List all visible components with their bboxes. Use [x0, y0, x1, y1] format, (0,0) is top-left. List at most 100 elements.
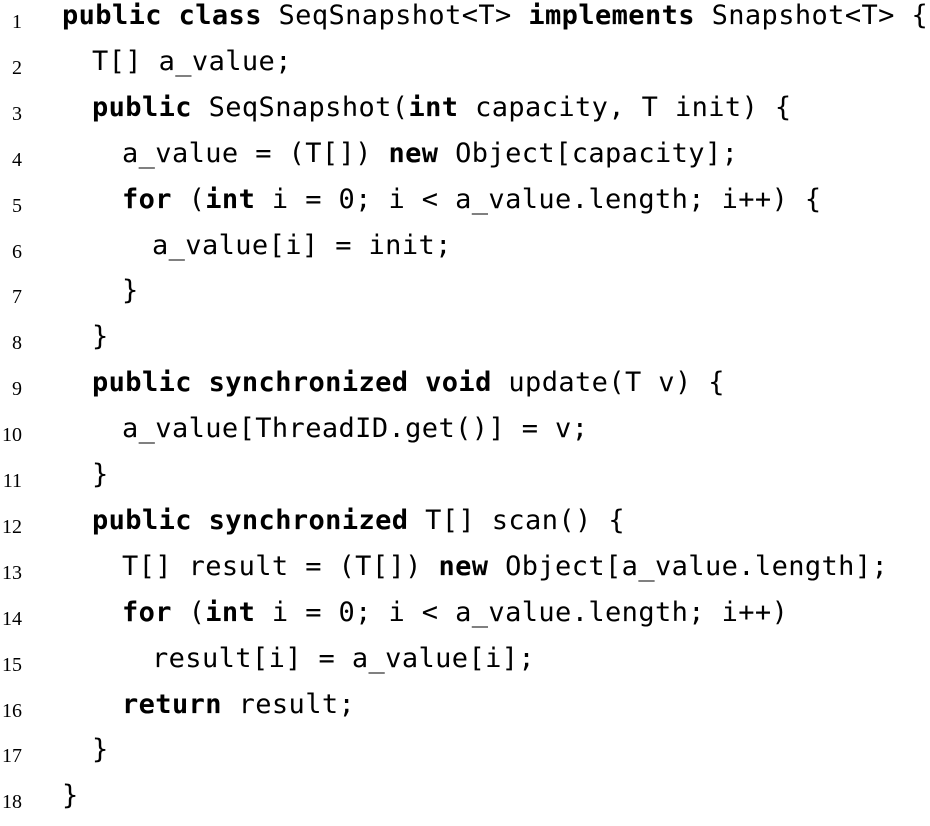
line-number: 6	[12, 240, 22, 263]
code-text: T[] result = (T[]) new Object[a_value.le…	[122, 551, 888, 583]
keyword: for	[122, 596, 172, 628]
code-listing: 1 public class SeqSnapshot<T> implements …	[0, 0, 930, 813]
code-text: public synchronized void update(T v) {	[92, 367, 725, 399]
code-line: 17}	[0, 734, 930, 780]
code-line: 9 public synchronized void update(T v) {	[0, 367, 930, 413]
keyword: public	[92, 367, 192, 399]
code-text: }	[122, 275, 139, 307]
keyword: class	[178, 0, 262, 31]
code-text: public synchronized T[] scan() {	[92, 505, 625, 537]
line-number: 4	[12, 148, 22, 171]
code-token: a_value[ThreadID.get()] = v;	[122, 413, 589, 445]
line-number: 18	[2, 791, 22, 814]
keyword: synchronized	[208, 504, 409, 536]
code-line: 16 return result;	[0, 689, 930, 735]
keyword: public	[92, 504, 192, 536]
code-text: T[] a_value;	[92, 46, 292, 78]
code-token: a_value[i] = init;	[152, 229, 452, 261]
keyword: public	[92, 91, 192, 123]
keyword: new	[388, 137, 439, 169]
line-number: 13	[2, 561, 22, 584]
line-number: 10	[2, 424, 22, 447]
code-line: 2 T[] a_value;	[0, 46, 930, 92]
code-token: a_value = (T[])	[122, 137, 389, 169]
code-line: 1 public class SeqSnapshot<T> implements …	[0, 0, 930, 46]
code-text: }	[62, 780, 79, 812]
code-token: }	[92, 734, 109, 766]
line-number: 11	[2, 470, 22, 492]
code-token: }	[92, 459, 109, 490]
code-line: 10 a_value[ThreadID.get()] = v;	[0, 413, 930, 459]
code-token: Snapshot<T> {	[694, 0, 929, 31]
code-line: 3 public SeqSnapshot(int capacity, T init…	[0, 92, 930, 138]
code-token: result;	[221, 688, 356, 720]
code-token: T[] a_value;	[92, 45, 292, 77]
code-text: for (int i = 0; i < a_value.length; i++)…	[122, 184, 822, 216]
code-line: 6 a_value[i] = init;	[0, 230, 930, 276]
line-number: 15	[2, 653, 22, 676]
keyword: implements	[528, 0, 695, 31]
code-token: (	[171, 183, 206, 215]
line-number: 5	[12, 194, 22, 217]
code-token: i = 0; i < a_value.length; i++)	[255, 596, 789, 628]
code-text: for (int i = 0; i < a_value.length; i++)	[122, 597, 788, 629]
keyword: new	[438, 550, 489, 582]
line-number: 8	[12, 332, 22, 355]
code-line: 8}	[0, 321, 930, 367]
code-token: result[i] = a_value[i];	[152, 642, 536, 674]
line-number: 7	[12, 286, 22, 309]
code-text: }	[92, 321, 109, 353]
code-token: SeqSnapshot(	[191, 91, 409, 123]
line-number: 12	[2, 515, 22, 538]
code-line: 12 public synchronized T[] scan() {	[0, 505, 930, 551]
code-line: 18}	[0, 780, 930, 826]
code-text: }	[92, 734, 109, 766]
line-number: 16	[2, 699, 22, 722]
code-text: a_value[ThreadID.get()] = v;	[122, 413, 588, 445]
code-line: 14 for (int i = 0; i < a_value.length; i+…	[0, 597, 930, 643]
code-token: T[] result = (T[])	[122, 550, 439, 582]
line-number: 1	[12, 11, 22, 33]
code-token: }	[92, 321, 109, 353]
code-token: capacity, T init) {	[458, 91, 792, 123]
code-text: }	[92, 459, 109, 491]
code-line: 15 result[i] = a_value[i];	[0, 643, 930, 689]
line-number: 14	[2, 607, 22, 630]
line-number: 3	[12, 102, 22, 125]
code-text: return result;	[122, 689, 355, 721]
keyword: return	[122, 688, 222, 720]
keyword: public	[62, 0, 162, 31]
code-text: a_value = (T[]) new Object[capacity];	[122, 138, 738, 170]
code-token: Object[a_value.length];	[488, 550, 889, 582]
keyword: int	[205, 183, 256, 215]
code-text: a_value[i] = init;	[152, 230, 452, 262]
code-token: }	[122, 275, 139, 307]
code-token: (	[171, 596, 206, 628]
line-number: 2	[12, 56, 22, 79]
code-line: 5 for (int i = 0; i < a_value.length; i++…	[0, 184, 930, 230]
code-line: 7}	[0, 275, 930, 321]
keyword: void	[425, 367, 492, 399]
line-number: 9	[12, 378, 22, 401]
code-line: 11}	[0, 459, 930, 505]
code-text: result[i] = a_value[i];	[152, 643, 535, 675]
code-token: update(T v) {	[491, 367, 725, 399]
keyword: int	[408, 91, 459, 123]
code-text: public class SeqSnapshot<T> implements S…	[62, 0, 928, 32]
code-token: }	[62, 780, 79, 812]
code-token: T[] scan() {	[408, 504, 625, 536]
code-text: public SeqSnapshot(int capacity, T init)…	[92, 92, 792, 124]
code-token: Object[capacity];	[438, 137, 739, 169]
code-token: i = 0; i < a_value.length; i++) {	[255, 183, 822, 215]
code-token: SeqSnapshot<T>	[261, 0, 529, 31]
keyword: int	[205, 596, 256, 628]
keyword: synchronized	[208, 367, 409, 399]
keyword: for	[122, 183, 172, 215]
code-line: 13 T[] result = (T[]) new Object[a_value.…	[0, 551, 930, 597]
line-number: 17	[2, 745, 22, 768]
code-line: 4 a_value = (T[]) new Object[capacity];	[0, 138, 930, 184]
